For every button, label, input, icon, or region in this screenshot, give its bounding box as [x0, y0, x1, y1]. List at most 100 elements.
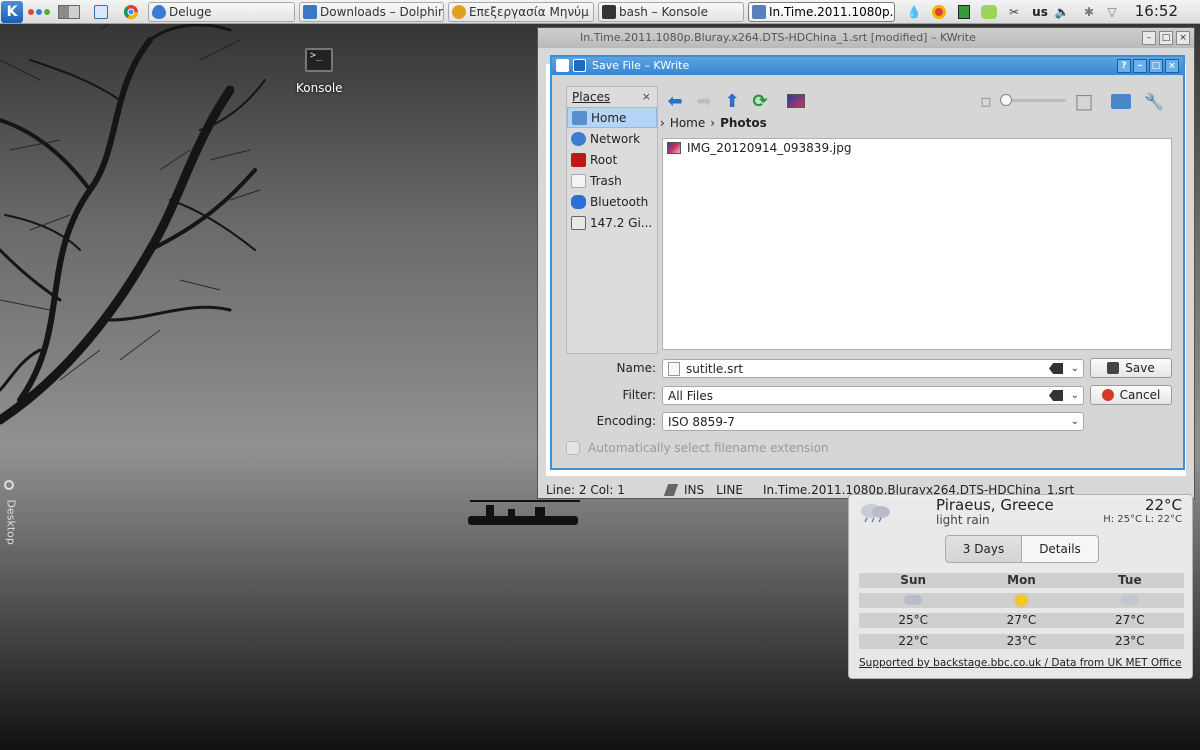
preview-icon[interactable] — [785, 90, 807, 112]
places-header: Places × — [567, 87, 657, 107]
reload-icon[interactable]: ⟳ — [749, 90, 771, 112]
cancel-icon — [1101, 389, 1114, 401]
weather-source-link[interactable]: Supported by backstage.bbc.co.uk / Data … — [859, 657, 1182, 669]
kwrite-maximize-button[interactable]: □ — [1159, 31, 1173, 45]
dialog-help-button[interactable]: ? — [1117, 59, 1131, 73]
image-file-icon — [667, 142, 681, 154]
breadcrumb-home[interactable]: Home — [670, 116, 705, 130]
zoom-in-icon[interactable]: □ — [1073, 89, 1095, 113]
trash-icon — [571, 173, 586, 188]
bluetooth-tray-icon[interactable]: ✱ — [1080, 3, 1098, 21]
weather-widget: Piraeus, Greece light rain 22°C H: 25°C … — [848, 494, 1193, 679]
forecast-lows-row: 22°C 23°C 23°C — [859, 634, 1184, 649]
zoom-out-icon[interactable]: □ — [975, 90, 997, 112]
forward-icon[interactable]: ➡ — [693, 90, 715, 112]
cancel-button[interactable]: Cancel — [1090, 385, 1172, 405]
list-item[interactable]: IMG_20120914_093839.jpg — [663, 139, 1171, 157]
dialog-menu-icon[interactable] — [573, 59, 586, 72]
encoding-select[interactable]: ISO 8859-7 ⌄ — [662, 412, 1084, 431]
weather-temperature: 22°C — [1144, 496, 1182, 514]
battery-tray-icon[interactable] — [980, 3, 998, 21]
task-dolphin[interactable]: Downloads – Dolphin — [299, 2, 444, 22]
zoom-slider-handle[interactable] — [1000, 94, 1012, 106]
save-file-dialog: Save File – KWrite ? – □ × Places × Home… — [550, 55, 1185, 470]
desktop-toolbox[interactable]: Desktop — [2, 480, 18, 550]
weather-tabs: 3 Days Details — [945, 535, 1099, 563]
dialog-titlebar[interactable]: Save File – KWrite ? – □ × — [552, 57, 1183, 75]
task-chrome[interactable]: Επεξεργασία Μηνύμ — [448, 2, 594, 22]
task-kwrite[interactable]: In.Time.2011.1080p. — [748, 2, 895, 22]
text-file-icon — [668, 361, 680, 376]
sun-icon — [967, 593, 1075, 608]
filter-select[interactable]: All Files ⌄ — [662, 386, 1084, 405]
places-close-icon[interactable]: × — [642, 87, 651, 107]
kwrite-close-button[interactable]: × — [1176, 31, 1190, 45]
deluge-tray-icon[interactable]: 💧 — [905, 3, 923, 21]
volume-icon[interactable]: 🔈 — [1053, 3, 1071, 21]
konsole-icon — [602, 5, 616, 19]
chevron-down-icon[interactable]: ⌄ — [1071, 360, 1079, 378]
place-network[interactable]: Network — [567, 128, 657, 149]
kwrite-icon — [752, 5, 766, 19]
chevron-down-icon[interactable]: ⌄ — [1071, 387, 1079, 405]
zoom-slider[interactable] — [1000, 94, 1066, 106]
klipper-icon[interactable]: ✂ — [1005, 3, 1023, 21]
auto-extension-checkbox[interactable]: Automatically select filename extension — [566, 441, 829, 455]
filter-label: Filter: — [622, 388, 656, 402]
notifications-icon[interactable]: ▽ — [1103, 3, 1121, 21]
weather-condition: light rain — [936, 513, 990, 527]
forecast-highs-row: 25°C 27°C 27°C — [859, 613, 1184, 628]
breadcrumb-current[interactable]: Photos — [720, 116, 767, 130]
forecast-days-row: Sun Mon Tue — [859, 573, 1184, 588]
top-panel: K Deluge Downloads – Dolphin Επεξεργασία… — [0, 0, 1200, 24]
network-icon — [571, 131, 586, 146]
dialog-maximize-button[interactable]: □ — [1149, 59, 1163, 73]
breadcrumb-chevron-icon: › — [710, 116, 716, 130]
dialog-minimize-button[interactable]: – — [1133, 59, 1147, 73]
chrome-icon — [452, 5, 466, 19]
application-launcher-button[interactable]: K — [1, 1, 23, 23]
filename-input[interactable]: sutitle.srt ⌄ — [662, 359, 1084, 378]
place-bluetooth[interactable]: Bluetooth — [567, 191, 657, 212]
weather-high-low: H: 25°C L: 22°C — [1103, 514, 1182, 525]
kwrite-minimize-button[interactable]: – — [1142, 31, 1156, 45]
dolphin-icon — [303, 5, 317, 19]
chrome-tray-icon[interactable] — [930, 3, 948, 21]
pager-icon[interactable] — [56, 1, 82, 23]
options-icon[interactable]: 🔧 — [1143, 90, 1165, 112]
checkbox-box[interactable] — [566, 441, 580, 455]
deluge-icon — [152, 5, 166, 19]
save-button[interactable]: Save — [1090, 358, 1172, 378]
chrome-launcher-icon[interactable] — [120, 1, 142, 23]
task-deluge[interactable]: Deluge — [148, 2, 295, 22]
breadcrumb: › Home › Photos — [660, 116, 767, 130]
chevron-down-icon[interactable]: ⌄ — [1071, 413, 1079, 431]
show-desktop-icon[interactable] — [90, 1, 112, 23]
snow-icon — [1076, 593, 1184, 608]
tab-details[interactable]: Details — [1022, 535, 1099, 563]
task-konsole[interactable]: bash – Konsole — [598, 2, 744, 22]
kwrite-titlebar[interactable]: In.Time.2011.1080p.Bluray.x264.DTS-HDChi… — [538, 28, 1194, 48]
clear-text-icon[interactable] — [1049, 363, 1063, 374]
place-home[interactable]: Home — [567, 107, 657, 128]
place-drive[interactable]: 147.2 Gi... — [567, 212, 657, 233]
up-icon[interactable]: ⬆ — [721, 90, 743, 112]
clear-text-icon[interactable] — [1049, 390, 1063, 401]
back-icon[interactable]: ⬅ — [664, 90, 686, 112]
terminal-icon: >_ — [305, 48, 333, 72]
places-panel: Places × Home Network Root Trash Bluetoo… — [566, 86, 658, 354]
clock[interactable]: 16:52 — [1135, 2, 1178, 20]
new-folder-icon[interactable] — [1110, 90, 1132, 112]
tab-3-days[interactable]: 3 Days — [945, 535, 1022, 563]
activities-icon[interactable] — [26, 1, 52, 23]
network-tray-icon[interactable] — [955, 3, 973, 21]
keyboard-layout-indicator[interactable]: us — [1028, 3, 1052, 21]
dialog-close-button[interactable]: × — [1165, 59, 1179, 73]
place-root[interactable]: Root — [567, 149, 657, 170]
rain-icon — [859, 593, 967, 608]
file-list[interactable]: IMG_20120914_093839.jpg — [662, 138, 1172, 350]
place-trash[interactable]: Trash — [567, 170, 657, 191]
bluetooth-icon — [571, 194, 586, 209]
floppy-disk-icon — [1107, 362, 1120, 374]
desktop-konsole-shortcut[interactable]: >_ Konsole — [296, 48, 343, 95]
